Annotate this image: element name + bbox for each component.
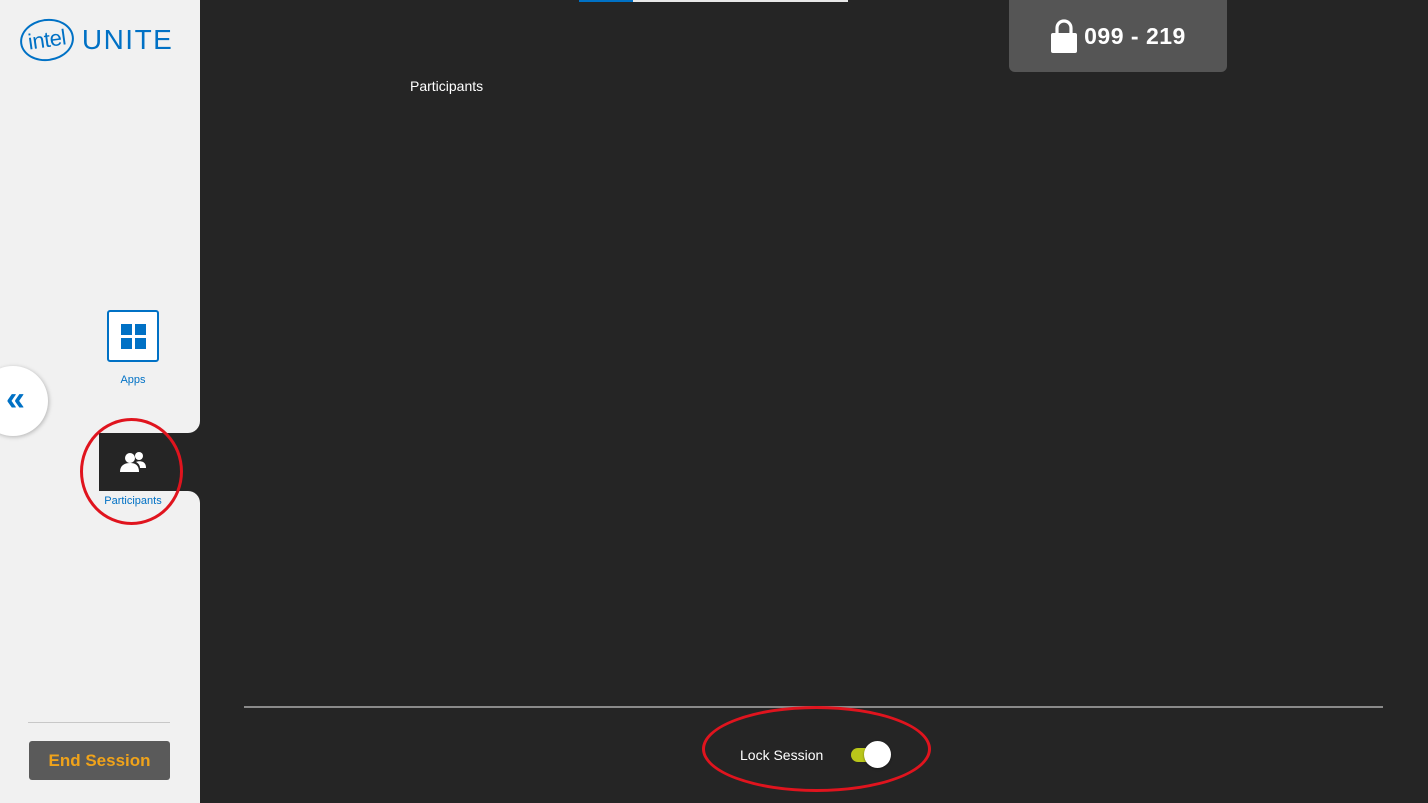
sidebar-divider: [28, 722, 170, 723]
intel-unite-logo: intel UNITE: [17, 15, 174, 65]
collapse-sidebar-button[interactable]: «: [0, 366, 48, 436]
double-chevron-left-icon: «: [6, 380, 25, 418]
session-pin-box: 099 - 219: [1009, 0, 1227, 72]
sidebar-item-label: Apps: [120, 374, 146, 386]
lock-session-toggle[interactable]: [851, 741, 892, 769]
top-progress-bar: [579, 0, 848, 2]
grid-icon: [120, 323, 146, 349]
unite-wordmark: UNITE: [81, 24, 174, 55]
apps-tile[interactable]: [107, 310, 159, 362]
tab-notch-top: [176, 421, 200, 433]
intel-logo-mark: intel: [17, 15, 77, 65]
page-title: Participants: [410, 78, 484, 94]
sidebar-item-label: Participants: [104, 495, 162, 507]
top-progress-fill: [579, 0, 633, 2]
toggle-knob[interactable]: [864, 741, 892, 768]
unite-app: intel UNITE Apps Participants « End Sess…: [0, 0, 1428, 803]
sidebar-item-apps[interactable]: Apps: [98, 310, 168, 386]
lock-session-label: Lock Session: [740, 747, 824, 763]
tab-notch-bottom: [176, 491, 200, 503]
sidebar: intel UNITE Apps Participants « End Sess…: [0, 0, 200, 803]
participants-icon: [120, 452, 146, 472]
bottom-divider: [244, 706, 1383, 708]
session-pin-code: 099 - 219: [1084, 22, 1186, 49]
lock-icon: [1051, 19, 1078, 53]
sidebar-item-participants[interactable]: [99, 421, 200, 503]
end-session-button[interactable]: End Session: [29, 741, 170, 780]
lock-session-row: Lock Session: [740, 741, 892, 769]
